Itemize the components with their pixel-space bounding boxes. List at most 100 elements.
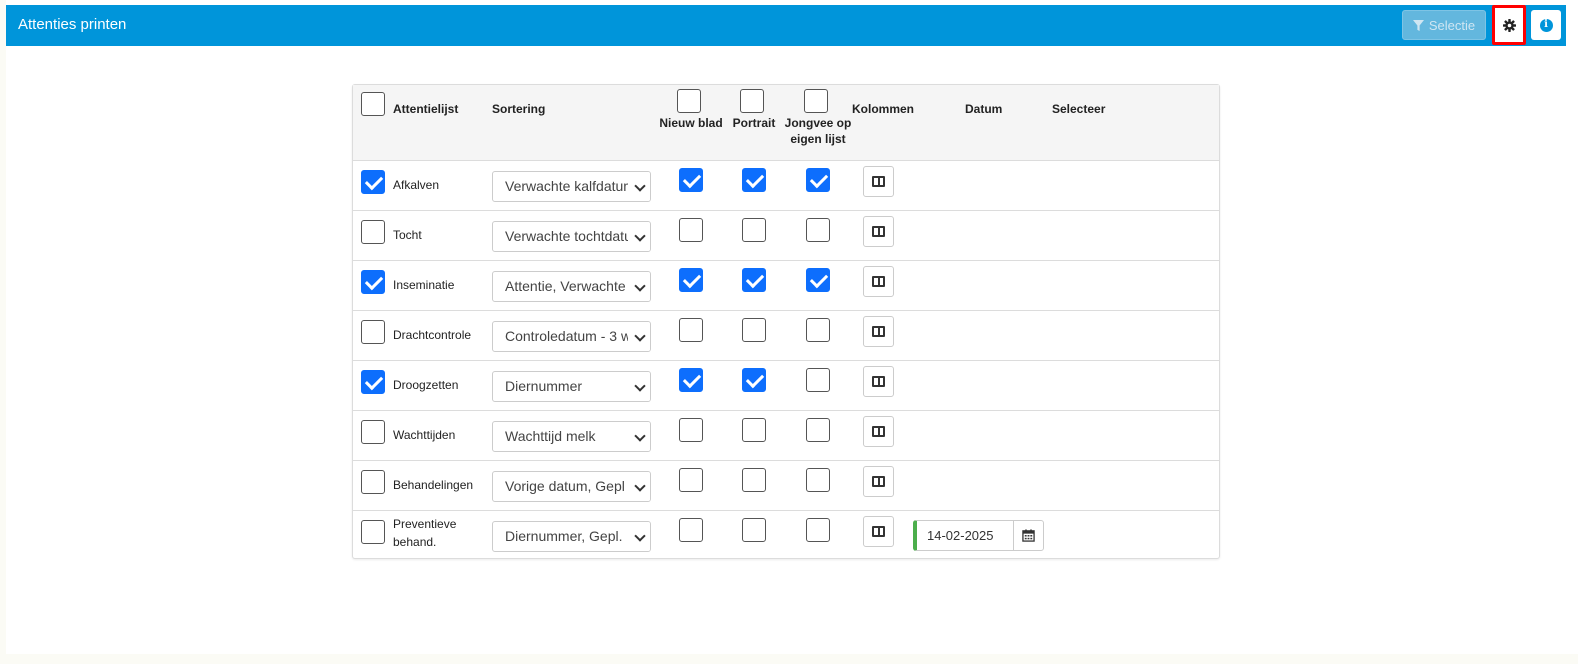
sortering-value: Diernummer <box>505 378 583 394</box>
sortering-value: Wachttijd melk <box>505 428 596 444</box>
sortering-value: Controledatum - 3 w <box>505 328 632 344</box>
row-label: Drachtcontrole <box>393 328 472 342</box>
selectie-button[interactable]: Selectie <box>1402 10 1486 40</box>
jongvee-checkbox[interactable] <box>806 168 830 192</box>
sortering-select[interactable]: Wachttijd melk <box>492 421 651 452</box>
kolommen-button[interactable] <box>863 216 894 247</box>
columns-icon <box>872 426 885 437</box>
row-label: Behandelingen <box>393 478 474 492</box>
columns-icon <box>872 326 885 337</box>
portrait-checkbox[interactable] <box>742 518 766 542</box>
portrait-checkbox[interactable] <box>742 368 766 392</box>
row-select-checkbox[interactable] <box>361 320 385 344</box>
table-row: Preventieve behand. Diernummer, Gepl. 14-02… <box>353 511 1219 561</box>
portrait-checkbox[interactable] <box>742 268 766 292</box>
sortering-select[interactable]: Verwachte kalfdatum <box>492 171 651 202</box>
table-row: Droogzetten Diernummer <box>353 361 1219 411</box>
kolommen-button[interactable] <box>863 466 894 497</box>
table-row: Afkalven Verwachte kalfdatum <box>353 161 1219 211</box>
jongvee-checkbox[interactable] <box>806 518 830 542</box>
table-row: Behandelingen Vorige datum, Gepl <box>353 461 1219 511</box>
nieuw-blad-checkbox[interactable] <box>679 168 703 192</box>
calendar-button[interactable] <box>1013 520 1044 551</box>
row-label: Preventieve <box>393 517 457 531</box>
header-selecteer: Selecteer <box>1052 102 1106 116</box>
kolommen-button[interactable] <box>863 316 894 347</box>
columns-icon <box>872 376 885 387</box>
nieuw-blad-checkbox[interactable] <box>679 518 703 542</box>
sortering-select[interactable]: Diernummer <box>492 371 651 402</box>
header-datum: Datum <box>965 102 1003 116</box>
info-button[interactable]: i <box>1531 10 1561 40</box>
table-row: Drachtcontrole Controledatum - 3 w <box>353 311 1219 361</box>
kolommen-button[interactable] <box>863 366 894 397</box>
sortering-value: Verwachte tochtdatum <box>505 228 644 244</box>
kolommen-button[interactable] <box>863 416 894 447</box>
row-label: Afkalven <box>393 178 440 192</box>
sortering-select[interactable]: Diernummer, Gepl. <box>492 521 651 552</box>
row-select-checkbox[interactable] <box>361 370 385 394</box>
nieuw-blad-checkbox[interactable] <box>679 268 703 292</box>
row-label: Wachttijden <box>393 428 456 442</box>
jongvee-checkbox[interactable] <box>806 418 830 442</box>
sortering-select[interactable]: Verwachte tochtdatum <box>492 221 651 252</box>
nieuw-blad-checkbox[interactable] <box>679 468 703 492</box>
sortering-value: Vorige datum, Gepl <box>505 478 625 494</box>
datum-input[interactable]: 14-02-2025 <box>913 520 1014 551</box>
jongvee-checkbox[interactable] <box>806 268 830 292</box>
settings-button[interactable] <box>1492 5 1526 45</box>
nieuw-blad-checkbox[interactable] <box>679 318 703 342</box>
row-select-checkbox[interactable] <box>361 420 385 444</box>
kolommen-button[interactable] <box>863 266 894 297</box>
portrait-all-checkbox[interactable] <box>740 89 764 113</box>
header-jongvee-line1: Jongvee op <box>784 116 852 130</box>
calendar-icon <box>1022 529 1035 542</box>
columns-icon <box>872 526 885 537</box>
columns-icon <box>872 176 885 187</box>
sortering-select[interactable]: Vorige datum, Gepl <box>492 471 651 502</box>
jongvee-checkbox[interactable] <box>806 368 830 392</box>
selectie-label: Selectie <box>1428 17 1476 33</box>
columns-icon <box>872 276 885 287</box>
info-icon: i <box>1539 18 1553 32</box>
portrait-checkbox[interactable] <box>742 218 766 242</box>
table-row: Inseminatie Attentie, Verwachte <box>353 261 1219 311</box>
kolommen-button[interactable] <box>863 516 894 547</box>
table-row: Tocht Verwachte tochtdatum <box>353 211 1219 261</box>
portrait-checkbox[interactable] <box>742 468 766 492</box>
portrait-checkbox[interactable] <box>742 318 766 342</box>
gear-icon <box>1502 18 1516 32</box>
jongvee-checkbox[interactable] <box>806 468 830 492</box>
columns-icon <box>872 476 885 487</box>
row-select-checkbox[interactable] <box>361 470 385 494</box>
kolommen-button[interactable] <box>863 166 894 197</box>
jongvee-checkbox[interactable] <box>806 218 830 242</box>
jongvee-checkbox[interactable] <box>806 318 830 342</box>
nieuw-blad-checkbox[interactable] <box>679 218 703 242</box>
row-label: Droogzetten <box>393 378 459 392</box>
row-select-checkbox[interactable] <box>361 170 385 194</box>
row-label: Inseminatie <box>393 278 455 292</box>
header-jongvee-line2: eigen lijst <box>790 132 846 146</box>
page-bottom-edge <box>0 654 1578 664</box>
sortering-select[interactable]: Attentie, Verwachte <box>492 271 651 302</box>
header-bar: Attenties printen Selectie i <box>6 5 1566 46</box>
sortering-value: Diernummer, Gepl. <box>505 528 623 544</box>
nieuw-blad-all-checkbox[interactable] <box>677 89 701 113</box>
row-select-checkbox[interactable] <box>361 270 385 294</box>
sortering-value: Attentie, Verwachte <box>505 278 626 294</box>
header-sortering: Sortering <box>492 102 546 116</box>
page-title: Attenties printen <box>18 16 127 33</box>
sortering-select[interactable]: Controledatum - 3 w <box>492 321 651 352</box>
filter-icon <box>1412 19 1424 31</box>
nieuw-blad-checkbox[interactable] <box>679 368 703 392</box>
table-row: Wachttijden Wachttijd melk <box>353 411 1219 461</box>
jongvee-all-checkbox[interactable] <box>804 89 828 113</box>
select-all-checkbox[interactable] <box>361 92 385 116</box>
row-select-checkbox[interactable] <box>361 220 385 244</box>
sortering-value: Verwachte kalfdatum <box>505 178 635 194</box>
nieuw-blad-checkbox[interactable] <box>679 418 703 442</box>
portrait-checkbox[interactable] <box>742 168 766 192</box>
portrait-checkbox[interactable] <box>742 418 766 442</box>
row-select-checkbox[interactable] <box>361 520 385 544</box>
